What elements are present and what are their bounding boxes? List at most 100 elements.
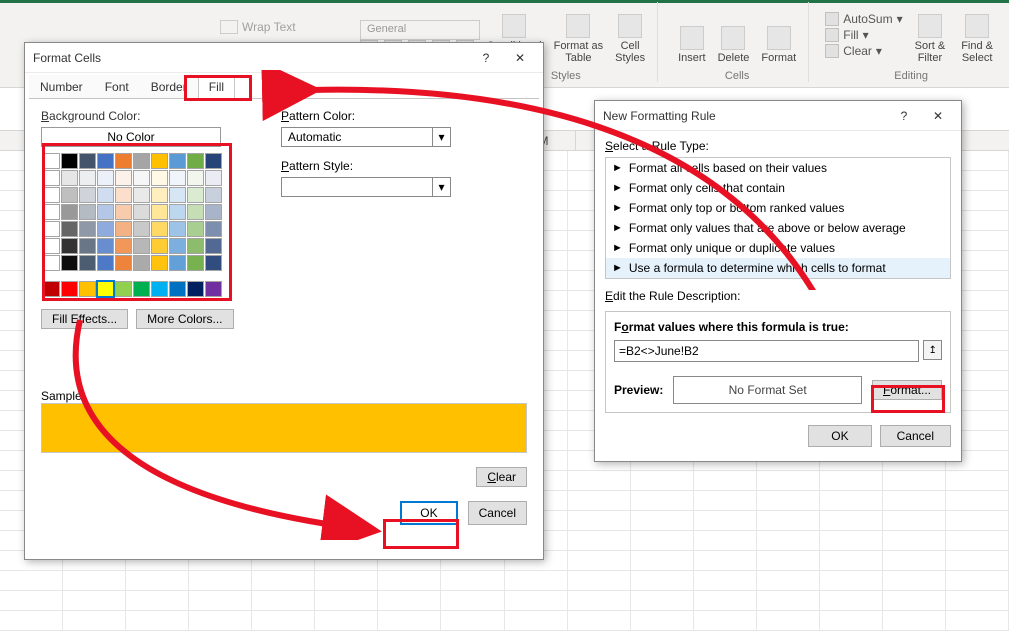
color-swatch[interactable] (43, 170, 60, 186)
color-swatch[interactable] (97, 170, 114, 186)
color-swatch[interactable] (187, 281, 204, 297)
pattern-style-dropdown[interactable]: ▾ (281, 177, 451, 197)
color-swatch[interactable] (187, 255, 204, 271)
cancel-button[interactable]: Cancel (468, 501, 527, 525)
fill-button[interactable]: Fill ▾ (825, 28, 902, 42)
autosum-button[interactable]: AutoSum ▾ (825, 12, 902, 26)
color-swatch[interactable] (205, 187, 222, 203)
color-swatch[interactable] (205, 281, 222, 297)
color-swatch[interactable] (43, 238, 60, 254)
color-swatch[interactable] (79, 170, 96, 186)
color-swatch[interactable] (97, 153, 114, 169)
ok-button[interactable]: OK (808, 425, 871, 447)
clear-button-dialog[interactable]: ClearClear (476, 467, 527, 487)
color-swatch[interactable] (115, 255, 132, 271)
find-select-button[interactable]: Find & Select (957, 12, 997, 66)
color-swatch[interactable] (43, 153, 60, 169)
color-swatch[interactable] (205, 204, 222, 220)
color-swatch[interactable] (61, 170, 78, 186)
cell-styles-button[interactable]: Cell Styles (611, 12, 649, 66)
tab-fill[interactable]: Fill (198, 75, 235, 99)
rule-type-item[interactable]: ►Format all cells based on their values (606, 158, 950, 178)
color-swatch[interactable] (97, 281, 114, 297)
rule-type-item[interactable]: ►Format only top or bottom ranked values (606, 198, 950, 218)
color-swatch[interactable] (79, 281, 96, 297)
pattern-color-dropdown[interactable]: Automatic ▾ (281, 127, 451, 147)
color-swatch[interactable] (97, 204, 114, 220)
ok-button[interactable]: OK (400, 501, 457, 525)
color-swatch[interactable] (169, 204, 186, 220)
color-swatch[interactable] (169, 255, 186, 271)
color-swatch[interactable] (115, 281, 132, 297)
color-swatch[interactable] (97, 221, 114, 237)
color-swatch[interactable] (97, 255, 114, 271)
color-swatch[interactable] (97, 187, 114, 203)
color-swatch[interactable] (151, 204, 168, 220)
color-swatch[interactable] (61, 187, 78, 203)
color-swatch[interactable] (43, 255, 60, 271)
color-swatch[interactable] (169, 238, 186, 254)
color-swatch[interactable] (79, 255, 96, 271)
color-swatch[interactable] (79, 153, 96, 169)
rule-type-item[interactable]: ►Format only cells that contain (606, 178, 950, 198)
color-swatch[interactable] (43, 204, 60, 220)
color-swatch[interactable] (151, 187, 168, 203)
color-swatch[interactable] (187, 153, 204, 169)
color-swatch[interactable] (43, 221, 60, 237)
color-swatch[interactable] (61, 255, 78, 271)
color-swatch[interactable] (61, 221, 78, 237)
color-swatch[interactable] (115, 221, 132, 237)
color-swatch[interactable] (205, 221, 222, 237)
color-swatch[interactable] (79, 187, 96, 203)
formula-input[interactable]: =B2<>June!B2 (614, 340, 919, 362)
color-swatch[interactable] (151, 255, 168, 271)
color-swatch[interactable] (187, 170, 204, 186)
color-swatch[interactable] (115, 153, 132, 169)
help-button[interactable]: ? (471, 46, 501, 70)
color-swatch[interactable] (115, 187, 132, 203)
color-swatch[interactable] (169, 187, 186, 203)
color-swatch[interactable] (115, 238, 132, 254)
color-swatch[interactable] (115, 170, 132, 186)
sort-filter-button[interactable]: Sort & Filter (911, 12, 950, 66)
rule-type-item[interactable]: ►Use a formula to determine which cells … (606, 258, 950, 278)
format-button[interactable]: Format (757, 24, 800, 66)
close-button[interactable]: ✕ (923, 104, 953, 128)
color-swatch[interactable] (115, 204, 132, 220)
format-button[interactable]: Format...Format... (872, 380, 942, 400)
format-as-table-button[interactable]: Format as Table (550, 12, 608, 66)
tab-font[interactable]: Font (94, 75, 140, 98)
color-swatch[interactable] (169, 281, 186, 297)
color-swatch[interactable] (205, 153, 222, 169)
color-swatch[interactable] (133, 255, 150, 271)
color-swatch[interactable] (133, 221, 150, 237)
color-swatch[interactable] (169, 170, 186, 186)
insert-button[interactable]: Insert (674, 24, 710, 66)
color-swatch[interactable] (187, 238, 204, 254)
color-swatch[interactable] (61, 204, 78, 220)
color-swatch[interactable] (79, 238, 96, 254)
cancel-button[interactable]: Cancel (880, 425, 951, 447)
color-swatch[interactable] (205, 238, 222, 254)
color-swatch[interactable] (187, 221, 204, 237)
color-swatch[interactable] (151, 281, 168, 297)
color-swatch[interactable] (205, 255, 222, 271)
color-swatch[interactable] (79, 221, 96, 237)
color-swatch[interactable] (43, 281, 60, 297)
color-swatch[interactable] (187, 204, 204, 220)
clear-button[interactable]: Clear ▾ (825, 44, 902, 58)
color-swatch[interactable] (151, 170, 168, 186)
more-colors-button[interactable]: More Colors... (136, 309, 233, 329)
color-swatch[interactable] (133, 153, 150, 169)
color-swatch[interactable] (151, 221, 168, 237)
color-swatch[interactable] (133, 281, 150, 297)
color-swatch[interactable] (169, 221, 186, 237)
range-selector-button[interactable]: ↥ (923, 340, 942, 360)
color-swatch[interactable] (151, 153, 168, 169)
color-swatch[interactable] (205, 170, 222, 186)
color-swatch[interactable] (169, 153, 186, 169)
color-swatch[interactable] (43, 187, 60, 203)
color-swatch[interactable] (133, 170, 150, 186)
close-button[interactable]: ✕ (505, 46, 535, 70)
color-swatch[interactable] (79, 204, 96, 220)
